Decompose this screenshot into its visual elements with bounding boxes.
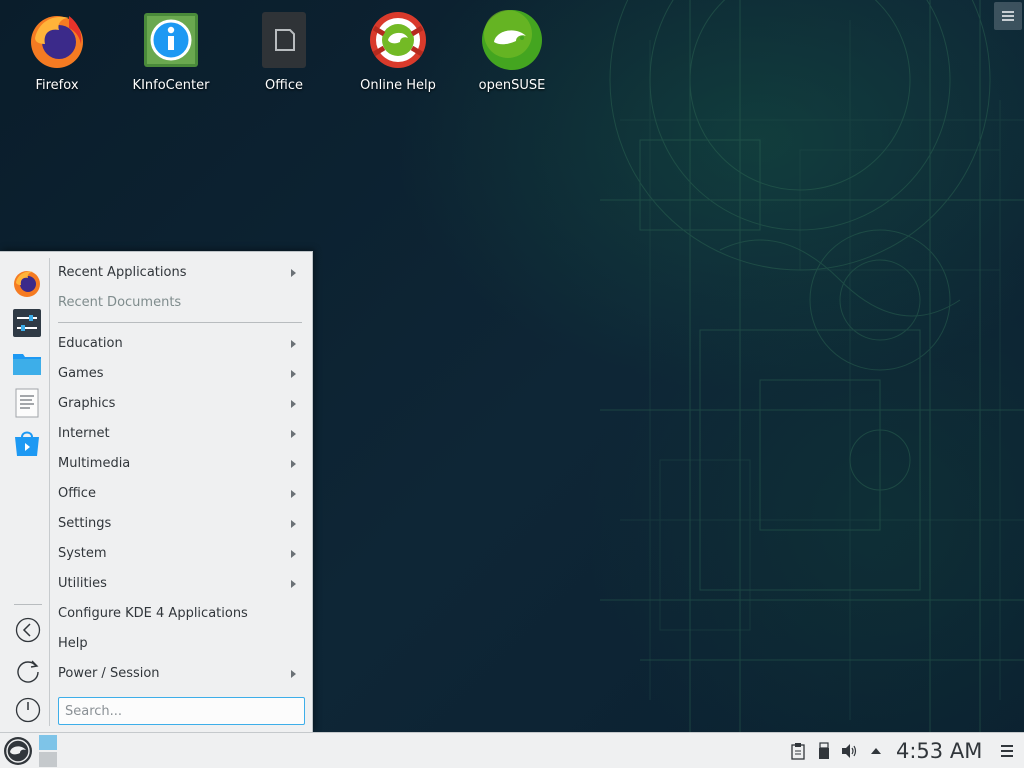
- submenu-arrow-icon: [291, 670, 296, 678]
- desktop-2[interactable]: [39, 752, 57, 767]
- back-icon[interactable]: [15, 617, 41, 643]
- desktop-icon-office[interactable]: Office: [234, 8, 334, 93]
- refresh-icon[interactable]: [15, 657, 41, 683]
- application-launcher-button[interactable]: [2, 735, 34, 767]
- search-input[interactable]: [58, 697, 305, 725]
- firefox-icon[interactable]: [12, 268, 42, 298]
- menu-item-system[interactable]: System: [50, 539, 306, 569]
- application-menu: Recent Applications Recent Documents Educa…: [0, 251, 313, 733]
- desktop-icon-opensuse[interactable]: openSUSE: [462, 8, 562, 93]
- desktop-icon-kinfocenter[interactable]: KInfoCenter: [121, 8, 221, 93]
- menu-item-label: Games: [58, 366, 104, 381]
- hamburger-line: [1002, 15, 1014, 17]
- menu-item-label: Internet: [58, 426, 110, 441]
- menu-item-label: Recent Applications: [58, 265, 187, 280]
- submenu-arrow-icon: [291, 580, 296, 588]
- submenu-arrow-icon: [291, 460, 296, 468]
- menu-item-label: Power / Session: [58, 666, 160, 681]
- menu-item-label: Utilities: [58, 576, 107, 591]
- favorites-separator: [14, 604, 42, 605]
- menu-item-label: Settings: [58, 516, 112, 531]
- office-icon: [262, 12, 306, 68]
- menu-item-label: Help: [58, 636, 88, 651]
- removable-device-icon[interactable]: [815, 742, 833, 760]
- menu-item-label: System: [58, 546, 107, 561]
- favorites-column: [6, 258, 50, 726]
- power-icon[interactable]: [15, 697, 41, 723]
- folder-icon[interactable]: [12, 348, 42, 378]
- submenu-arrow-icon: [291, 430, 296, 438]
- desktop-icon-label: openSUSE: [478, 78, 546, 93]
- menu-item-utilities[interactable]: Utilities: [50, 569, 306, 599]
- hamburger-line: [1002, 19, 1014, 21]
- software-center-icon[interactable]: [12, 428, 42, 458]
- desktop-icon-label: Online Help: [360, 78, 436, 93]
- menu-item-graphics[interactable]: Graphics: [50, 389, 306, 419]
- volume-icon[interactable]: [840, 742, 858, 760]
- desktop-toolbox-button[interactable]: [994, 2, 1022, 30]
- menu-separator: [58, 322, 302, 323]
- hamburger-line: [1001, 755, 1013, 757]
- hamburger-line: [1001, 750, 1013, 752]
- menu-item-label: Graphics: [58, 396, 116, 411]
- menu-item-help[interactable]: Help: [50, 629, 306, 659]
- submenu-arrow-icon: [291, 520, 296, 528]
- taskbar-panel: 4:53 AM: [0, 732, 1024, 768]
- panel-options-button[interactable]: [1000, 744, 1014, 758]
- digital-clock[interactable]: 4:53 AM: [896, 733, 982, 768]
- online-help-icon: [370, 12, 426, 68]
- opensuse-icon: [482, 10, 542, 70]
- desktop-icon-label: Office: [265, 78, 303, 93]
- text-editor-icon[interactable]: [12, 388, 42, 418]
- menu-item-education[interactable]: Education: [50, 329, 306, 359]
- menu-item-recent-documents: Recent Documents: [50, 288, 306, 318]
- menu-item-power-session[interactable]: Power / Session: [50, 659, 306, 689]
- desktop-icon-label: KInfoCenter: [132, 78, 210, 93]
- desktop-icon-online-help[interactable]: Online Help: [348, 8, 448, 93]
- clipboard-icon[interactable]: [789, 742, 807, 760]
- kinfocenter-icon: [144, 13, 198, 67]
- menu-item-configure-kde-4-applications[interactable]: Configure KDE 4 Applications: [50, 599, 306, 629]
- expand-tray-arrow-icon[interactable]: [867, 742, 885, 760]
- menu-item-label: Education: [58, 336, 123, 351]
- menu-item-internet[interactable]: Internet: [50, 419, 306, 449]
- hamburger-line: [1002, 11, 1014, 13]
- menu-item-label: Multimedia: [58, 456, 131, 471]
- menu-item-settings[interactable]: Settings: [50, 509, 306, 539]
- menu-item-recent-applications[interactable]: Recent Applications: [50, 258, 306, 288]
- submenu-arrow-icon: [291, 370, 296, 378]
- system-settings-icon[interactable]: [12, 308, 42, 338]
- hamburger-line: [1001, 745, 1013, 747]
- virtual-desktop-pager[interactable]: [39, 735, 57, 767]
- menu-item-label: Recent Documents: [58, 295, 182, 310]
- submenu-arrow-icon: [291, 550, 296, 558]
- submenu-arrow-icon: [291, 490, 296, 498]
- menu-item-office[interactable]: Office: [50, 479, 306, 509]
- submenu-arrow-icon: [291, 269, 296, 277]
- firefox-icon: [31, 16, 83, 68]
- submenu-arrow-icon: [291, 340, 296, 348]
- menu-item-label: Office: [58, 486, 96, 501]
- menu-item-games[interactable]: Games: [50, 359, 306, 389]
- desktop-icon-firefox[interactable]: Firefox: [7, 8, 107, 93]
- menu-item-multimedia[interactable]: Multimedia: [50, 449, 306, 479]
- submenu-arrow-icon: [291, 400, 296, 408]
- desktop-icon-label: Firefox: [35, 78, 79, 93]
- desktop-1[interactable]: [39, 735, 57, 750]
- menu-item-label: Configure KDE 4 Applications: [58, 606, 248, 621]
